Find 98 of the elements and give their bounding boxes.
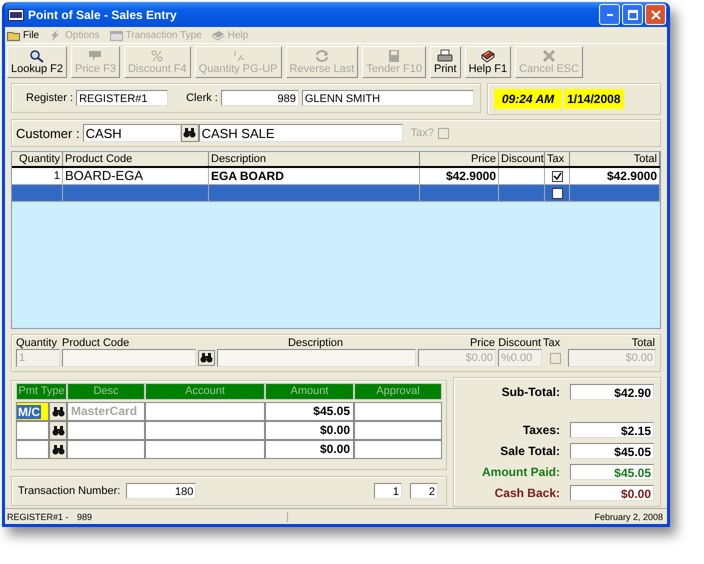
field-label: Price xyxy=(468,337,495,349)
column-header: Total xyxy=(570,152,660,166)
page-field[interactable]: 2 xyxy=(410,483,438,499)
binoculars-icon xyxy=(200,353,213,363)
column-header: Pmt Type xyxy=(16,383,67,400)
book-icon xyxy=(212,30,225,40)
customer-label: Customer : xyxy=(16,126,80,140)
clerk-code-field[interactable]: 989 xyxy=(220,90,299,106)
binoculars-icon xyxy=(52,444,64,454)
column-header: Description xyxy=(209,152,420,166)
column-header: Price xyxy=(420,152,499,166)
maximize-icon xyxy=(628,10,638,20)
table-cell: $0.00 xyxy=(265,421,354,440)
close-icon xyxy=(650,10,660,20)
book-icon xyxy=(480,49,496,63)
product-code-field[interactable] xyxy=(62,349,196,367)
column-header: Desc xyxy=(67,383,145,400)
payment-type-field[interactable]: M/C xyxy=(16,402,49,421)
customer-name-field[interactable]: CASH SALE xyxy=(198,124,403,142)
binoculars-button[interactable] xyxy=(198,350,215,366)
binoculars-icon xyxy=(183,128,196,138)
grid-row[interactable]: 1 BOARD-EGA EGA BOARD $42.9000 $42.9000 xyxy=(12,168,660,185)
app-icon xyxy=(8,8,24,20)
binoculars-button[interactable] xyxy=(180,124,199,142)
column-header: Product Code xyxy=(63,152,209,166)
menu-item[interactable]: File xyxy=(7,30,40,40)
column-header: Tax xyxy=(545,152,570,166)
field-label: Description xyxy=(286,337,344,349)
register-label: Register : xyxy=(26,92,74,104)
field-label: Product Code xyxy=(62,337,130,349)
toolbar-button[interactable]: Print xyxy=(430,46,461,78)
table-cell: $0.00 xyxy=(265,440,354,459)
field-label: Tax xyxy=(543,337,562,349)
printer-icon xyxy=(437,49,454,63)
table-cell: EGA BOARD xyxy=(209,168,420,184)
column-header: Discount xyxy=(499,152,545,166)
field-label: Quantity xyxy=(16,337,58,349)
clerk-label: Clerk : xyxy=(186,92,218,104)
window-title: Point of Sale - Sales Entry xyxy=(28,8,178,22)
minimize-icon xyxy=(606,14,612,16)
clerk-name-field[interactable]: GLENN SMITH xyxy=(302,90,474,106)
payment-type-field[interactable] xyxy=(16,440,49,459)
field-label: Total xyxy=(630,337,655,349)
transaction-number-field[interactable]: 180 xyxy=(126,483,196,499)
status-text: February 2, 2008 xyxy=(593,512,664,522)
table-cell: BOARD-EGA xyxy=(63,168,209,184)
percent-icon xyxy=(149,49,166,63)
table-cell: $42.9000 xyxy=(420,168,499,184)
toolbar-button[interactable]: Lookup F2 xyxy=(7,46,67,78)
folder-icon xyxy=(7,30,20,40)
binoculars-button[interactable] xyxy=(49,421,67,440)
tax-checkbox[interactable] xyxy=(438,128,449,138)
field-label: Discount xyxy=(497,337,541,349)
maximize-button[interactable] xyxy=(622,4,643,25)
tax-label: Tax? xyxy=(410,127,434,139)
total-value-field: $45.05 xyxy=(570,443,654,459)
search-icon xyxy=(28,49,45,63)
page-field[interactable]: 1 xyxy=(374,483,402,499)
total-label: Sub-Total: xyxy=(502,385,560,399)
total-label: Taxes: xyxy=(522,423,560,437)
total-value-field: $45.05 xyxy=(570,464,654,480)
register-field[interactable]: REGISTER#1 xyxy=(76,90,168,106)
total-label: Amount Paid: xyxy=(482,465,560,479)
calendar-icon xyxy=(110,30,123,40)
column-header: Amount xyxy=(265,383,354,400)
table-cell: MasterCard xyxy=(67,402,145,421)
total-label: Cash Back: xyxy=(494,486,560,500)
column-header: Quantity xyxy=(12,152,63,166)
customer-code-field[interactable]: CASH xyxy=(82,124,181,142)
total-label: Sale Total: xyxy=(500,444,560,458)
tax-checkbox[interactable] xyxy=(552,170,562,182)
binoculars-button[interactable] xyxy=(49,440,67,459)
binoculars-icon xyxy=(52,426,64,436)
close-icon xyxy=(541,49,558,63)
binoculars-icon xyxy=(52,406,64,416)
minimize-button[interactable] xyxy=(599,4,620,25)
status-text: REGISTER#1 - xyxy=(6,512,70,522)
table-cell: $42.9000 xyxy=(570,168,660,184)
column-header: Approval xyxy=(354,383,442,400)
transaction-label: Transaction Number: xyxy=(18,485,120,497)
column-header: Account xyxy=(145,383,265,400)
close-button[interactable] xyxy=(645,4,666,25)
total-value-field: $42.90 xyxy=(570,384,654,400)
date-display: 1/14/2008 xyxy=(564,89,624,109)
payment-type-field[interactable] xyxy=(16,421,49,440)
table-cell: $45.05 xyxy=(265,402,354,421)
total-value-field: $2.15 xyxy=(570,422,654,438)
tax-checkbox[interactable] xyxy=(550,352,560,364)
refresh-icon xyxy=(314,49,330,63)
binoculars-button[interactable] xyxy=(49,402,67,421)
total-value-field: $0.00 xyxy=(570,485,654,501)
tax-checkbox[interactable] xyxy=(552,188,562,199)
table-cell: 1 xyxy=(12,168,63,184)
status-text: 989 xyxy=(77,512,288,522)
selected-text: M/C xyxy=(17,404,41,418)
description-field[interactable] xyxy=(217,349,416,367)
toolbar-button[interactable]: Help F1 xyxy=(464,46,512,78)
time-display: 09:24 AM xyxy=(494,89,562,109)
